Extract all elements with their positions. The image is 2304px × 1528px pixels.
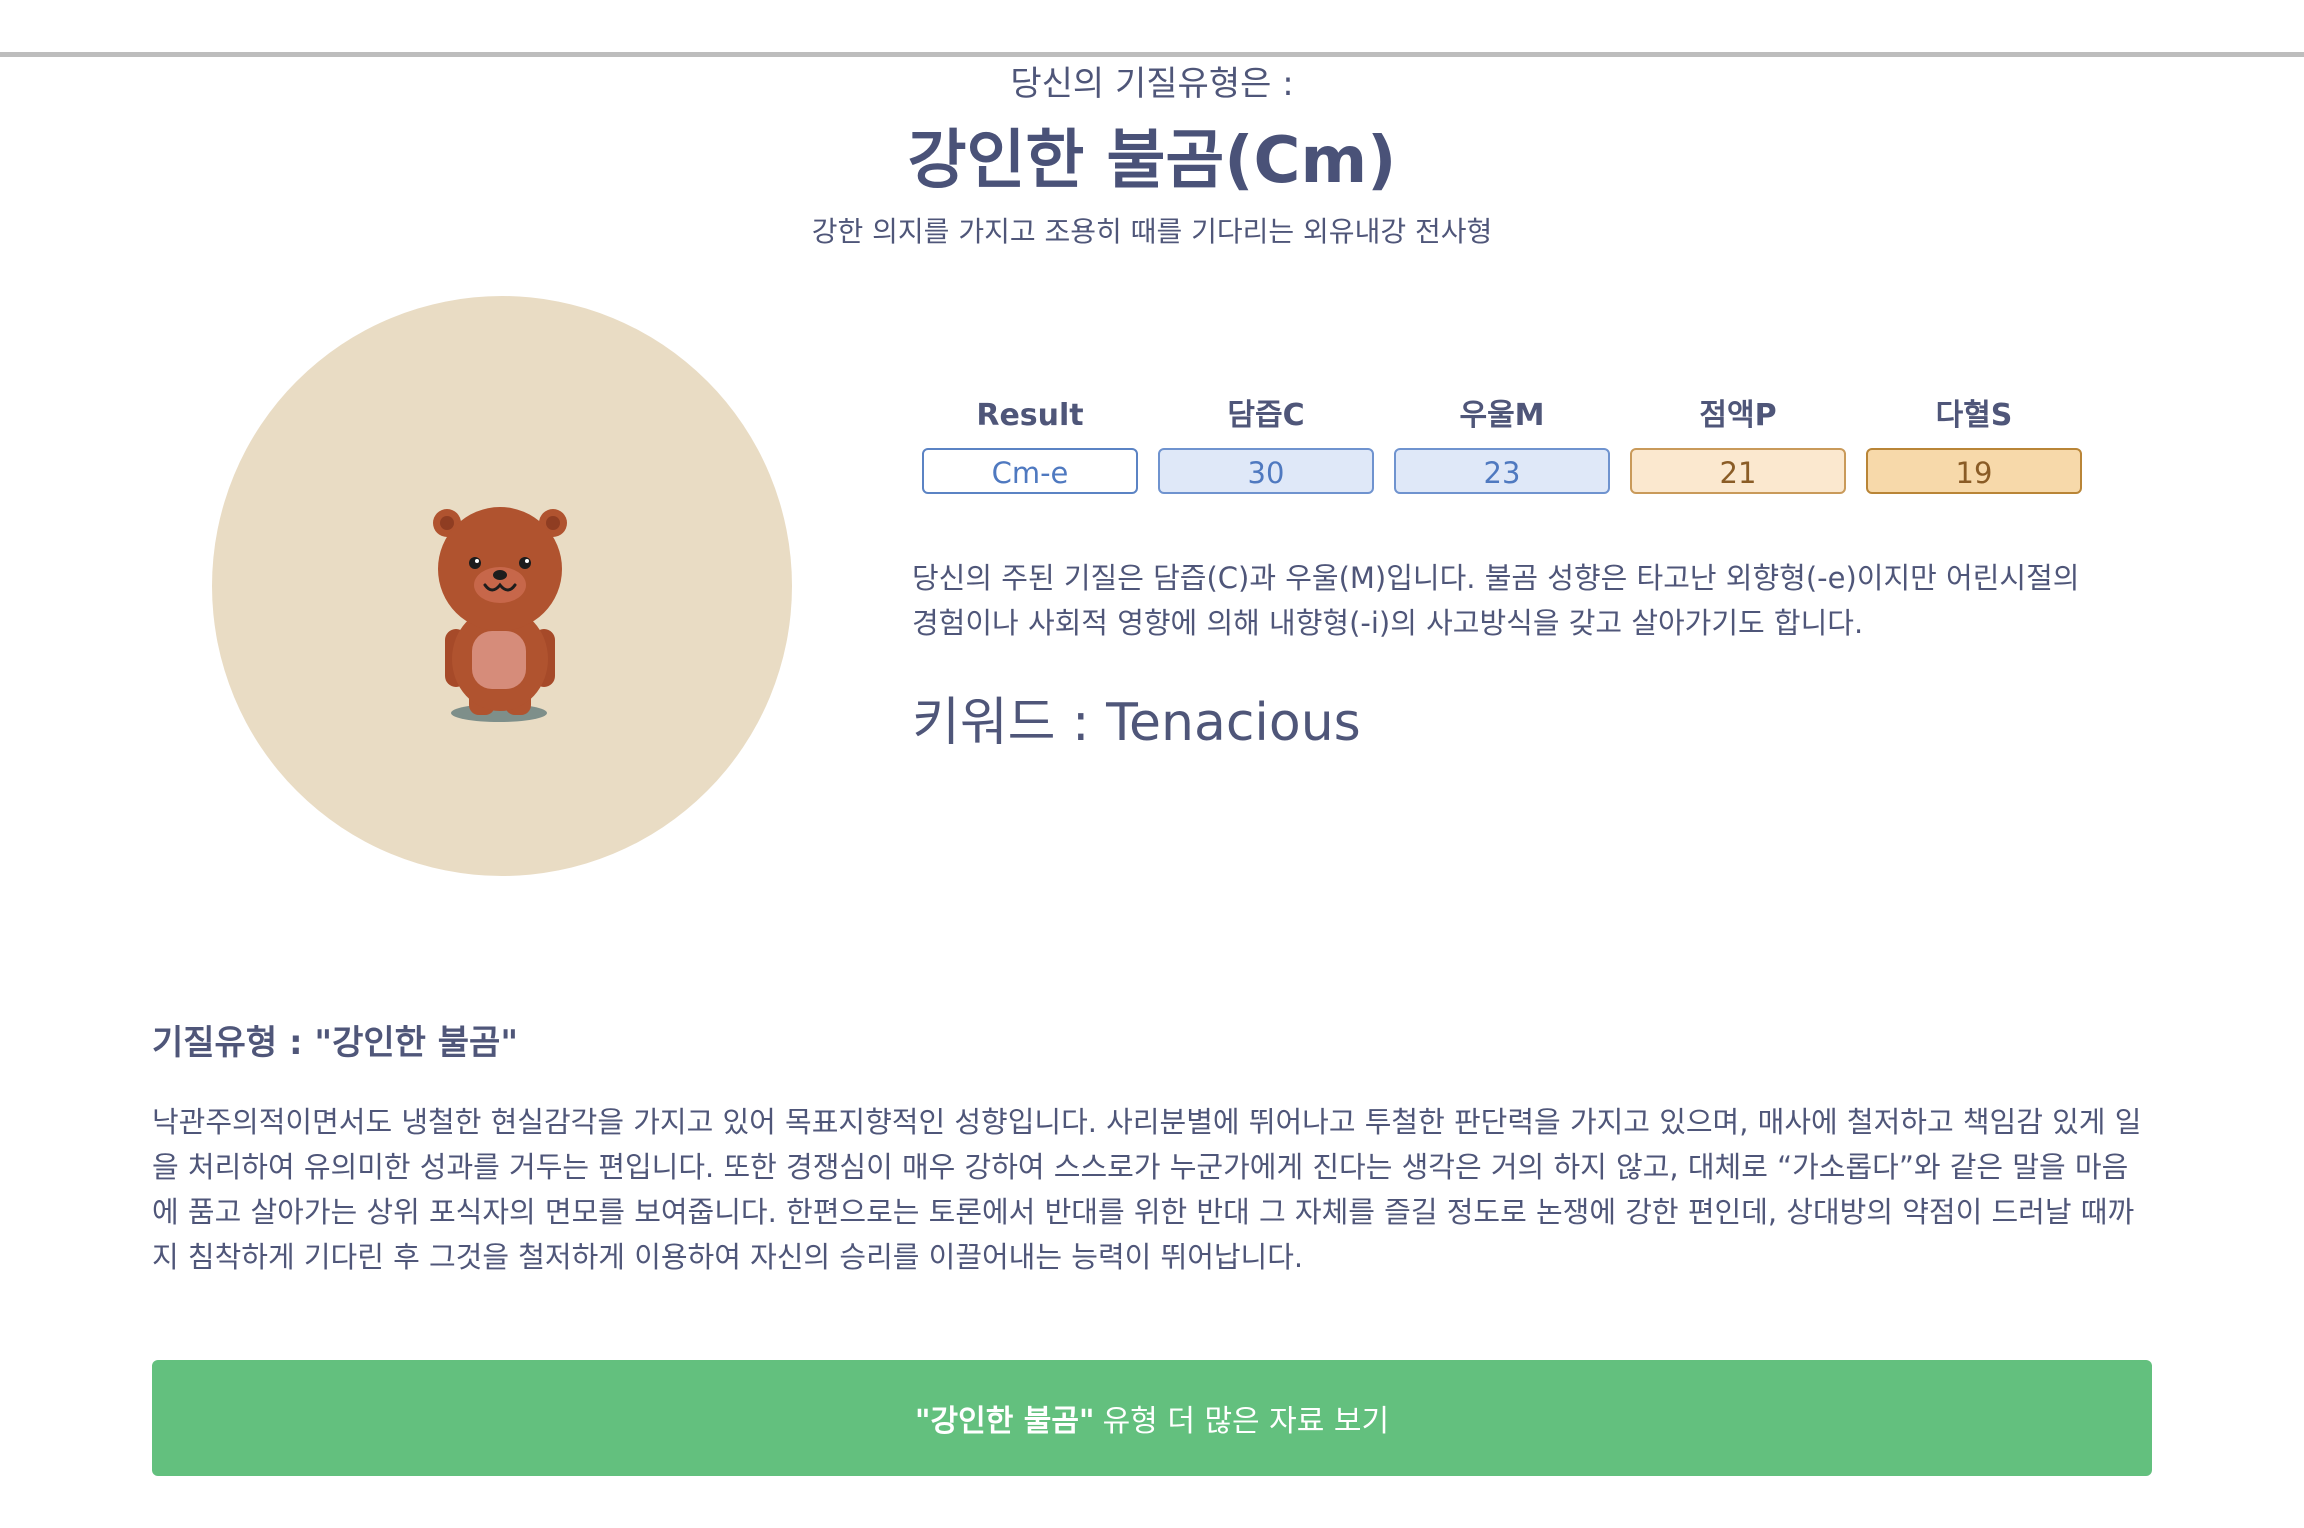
brown-bear-icon — [433, 507, 567, 722]
score-column-melancholic: 우울M 23 — [1394, 394, 1610, 494]
score-value: 30 — [1158, 448, 1374, 494]
score-label: 다혈S — [1935, 398, 2013, 433]
keyword-text: 키워드 : Tenacious — [912, 693, 1361, 753]
score-value: 19 — [1866, 448, 2082, 494]
score-label: Result — [976, 398, 1084, 433]
type-section-title: 기질유형 : "강인한 불곰" — [152, 1023, 519, 1063]
more-info-button[interactable]: "강인한 불곰" 유형 더 많은 자료 보기 — [152, 1360, 2152, 1476]
character-avatar — [212, 296, 792, 876]
score-value: Cm-e — [922, 448, 1138, 494]
score-label: 점액P — [1699, 398, 1777, 433]
score-label: 우울M — [1459, 398, 1545, 433]
result-title: 강인한 불곰(Cm) — [907, 124, 1397, 198]
result-subtitle: 강한 의지를 가지고 조용히 때를 기다리는 외유내강 전사형 — [811, 215, 1493, 248]
score-label: 담즙C — [1227, 398, 1305, 433]
score-value: 23 — [1394, 448, 1610, 494]
more-button-type-name: "강인한 불곰" — [914, 1404, 1095, 1439]
score-column-choleric: 담즙C 30 — [1158, 394, 1374, 494]
score-column-phlegmatic: 점액P 21 — [1630, 394, 1846, 494]
result-header: 당신의 기질유형은 : 강인한 불곰(Cm) 강한 의지를 가지고 조용히 때를… — [0, 60, 2304, 252]
score-column-sanguine: 다혈S 19 — [1866, 394, 2082, 494]
temperament-description: 당신의 주된 기질은 담즙(C)과 우울(M)입니다. 불곰 성향은 타고난 외… — [912, 561, 2080, 640]
type-section-body: 낙관주의적이면서도 냉철한 현실감각을 가지고 있어 목표지향적인 성향입니다.… — [152, 1105, 2142, 1274]
result-lead: 당신의 기질유형은 : — [1010, 64, 1294, 104]
more-button-label: 유형 더 많은 자료 보기 — [1102, 1404, 1390, 1439]
score-column-result: Result Cm-e — [922, 394, 1138, 494]
top-divider — [0, 52, 2304, 57]
score-value: 21 — [1630, 448, 1846, 494]
